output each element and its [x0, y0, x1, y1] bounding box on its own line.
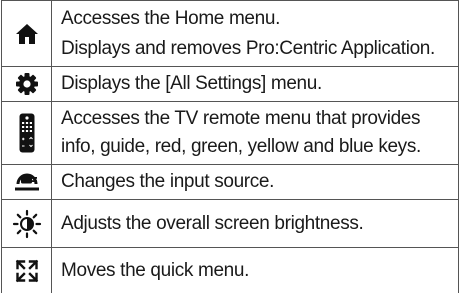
- remote-control-icon: [19, 113, 35, 153]
- description-line: Accesses the Home menu.: [61, 7, 280, 29]
- table-row-home: Accesses the Home menu. Displays and rem…: [2, 1, 458, 67]
- description-line: Changes the input source.: [61, 171, 275, 192]
- gear-icon: [15, 72, 39, 96]
- table-row-input: Changes the input source.: [2, 165, 458, 200]
- description-cell: Adjusts the overall screen brightness.: [52, 200, 458, 247]
- icon-cell: [2, 67, 52, 101]
- table-row-brightness: Adjusts the overall screen brightness.: [2, 200, 458, 248]
- icon-cell: [2, 102, 52, 164]
- table-row-settings: Displays the [All Settings] menu.: [2, 67, 458, 102]
- description-cell: Changes the input source.: [52, 165, 458, 199]
- brightness-icon: [12, 209, 42, 239]
- icon-cell: [2, 248, 52, 293]
- icon-cell: [2, 200, 52, 247]
- icon-cell: [2, 1, 52, 66]
- description-cell: Moves the quick menu.: [52, 248, 458, 293]
- description-line: Displays the [All Settings] menu.: [61, 73, 322, 94]
- description-line: Accesses the TV remote menu that provide…: [61, 108, 421, 129]
- description-line: info, guide, red, green, yellow and blue…: [61, 136, 421, 157]
- function-table: Accesses the Home menu. Displays and rem…: [1, 0, 459, 293]
- table-row-move: Moves the quick menu.: [2, 248, 458, 293]
- description-cell: Displays the [All Settings] menu.: [52, 67, 458, 101]
- home-icon: [15, 23, 39, 45]
- description-line: Moves the quick menu.: [61, 259, 250, 281]
- description-cell: Accesses the Home menu. Displays and rem…: [52, 1, 458, 66]
- description-line: Adjusts the overall screen brightness.: [61, 212, 364, 234]
- table-row-remote: Accesses the TV remote menu that provide…: [2, 102, 458, 165]
- description-cell: Accesses the TV remote menu that provide…: [52, 102, 458, 164]
- description-line: Displays and removes Pro:Centric Applica…: [61, 37, 435, 59]
- input-source-icon: [13, 172, 41, 192]
- move-arrows-icon: [15, 259, 39, 283]
- icon-cell: [2, 165, 52, 199]
